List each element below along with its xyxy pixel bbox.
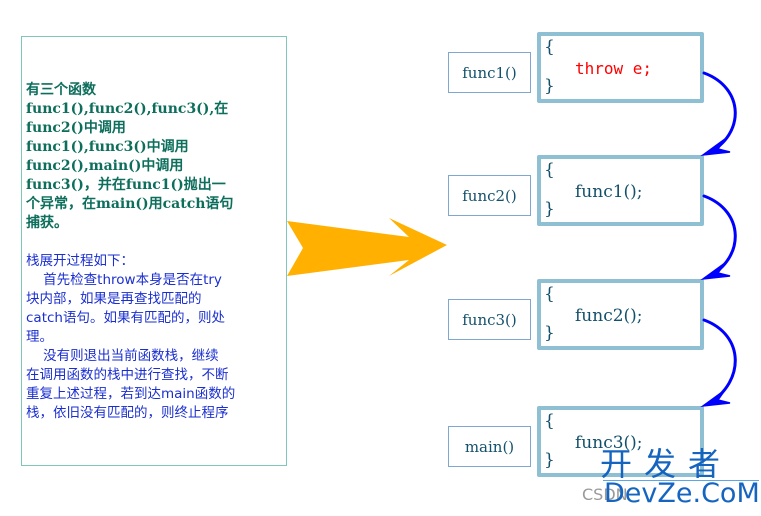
unwind-arrow-2 — [702, 194, 737, 279]
func3-label: func3() — [448, 299, 531, 340]
arrow-head-1 — [700, 138, 731, 157]
arrow-head-2 — [700, 262, 731, 281]
open-brace: { — [544, 37, 555, 57]
func1-label: func1() — [448, 52, 531, 93]
main-label: main() — [448, 426, 531, 467]
big-arrow-shape — [287, 218, 447, 276]
call-statement: func1(); — [575, 182, 643, 202]
unwind-arrows — [700, 71, 737, 408]
func1-body-box: { throw e; } — [537, 32, 704, 103]
func2-body-box: { func1(); } — [537, 155, 704, 226]
func2-label: func2() — [448, 175, 531, 216]
close-brace: } — [544, 450, 555, 470]
description-process: 栈展开过程如下： 首先检查throw本身是否在try 块内部，如果是再查找匹配的… — [26, 253, 236, 421]
unwind-arrow-1 — [702, 71, 737, 155]
description-panel: 有三个函数 func1(),func2(),func3(),在 func2()中… — [21, 36, 287, 466]
open-brace: { — [544, 160, 555, 180]
description-intro: 有三个函数 func1(),func2(),func3(),在 func2()中… — [26, 82, 234, 231]
close-brace: } — [544, 199, 555, 219]
big-arrow-icon — [287, 218, 447, 276]
unwind-arrow-3 — [702, 318, 737, 406]
arrow-head-3 — [700, 389, 731, 408]
watermark-cn: 开发者 — [600, 445, 733, 483]
open-brace: { — [544, 411, 555, 431]
throw-statement: throw e; — [575, 59, 653, 78]
close-brace: } — [544, 323, 555, 343]
call-statement: func2(); — [575, 306, 643, 326]
close-brace: } — [544, 76, 555, 96]
func3-body-box: { func2(); } — [537, 279, 704, 350]
watermark-en: DevZe.CoM — [604, 478, 760, 509]
open-brace: { — [544, 284, 555, 304]
